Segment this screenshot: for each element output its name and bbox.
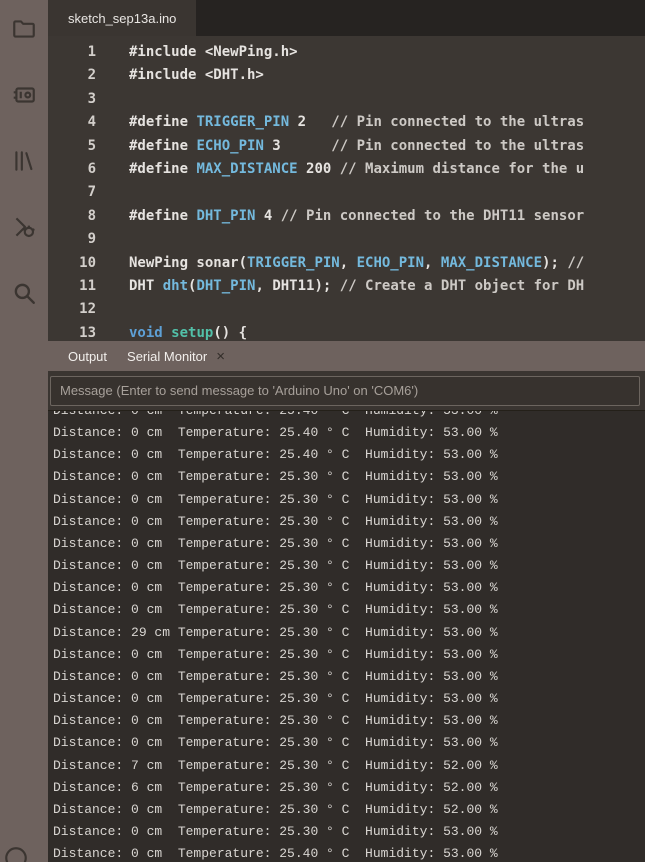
- serial-line: Distance: 0 cm Temperature: 25.40 ° C Hu…: [53, 447, 498, 463]
- editor-tabstrip: sketch_sep13a.ino: [48, 0, 645, 36]
- serial-line: Distance: 0 cm Temperature: 25.40 ° C Hu…: [53, 425, 498, 441]
- serial-line: Distance: 0 cm Temperature: 25.30 ° C Hu…: [53, 535, 498, 551]
- code-text: #define ECHO_PIN 3 // Pin connected to t…: [129, 137, 585, 154]
- account-icon[interactable]: [3, 845, 29, 862]
- serial-line: Distance: 0 cm Temperature: 25.30 ° C Hu…: [53, 735, 498, 751]
- tab-serial-monitor-label: Serial Monitor: [127, 348, 208, 364]
- code-line[interactable]: 4 #define TRIGGER_PIN 2 // Pin connected …: [48, 111, 645, 134]
- main-area: sketch_sep13a.ino 1 #include <NewPing.h> 2…: [48, 0, 645, 862]
- serial-line: Distance: 29 cm Temperature: 25.30 ° C H…: [53, 624, 498, 640]
- code-line[interactable]: 8 #define DHT_PIN 4 // Pin connected to t…: [48, 205, 645, 228]
- serial-message-input[interactable]: [50, 375, 640, 406]
- search-icon[interactable]: [11, 280, 37, 306]
- serial-line: Distance: 0 cm Temperature: 25.30 ° C Hu…: [53, 558, 498, 574]
- serial-line: Distance: 0 cm Temperature: 25.30 ° C Hu…: [53, 469, 498, 485]
- code-line[interactable]: 13 void setup() {: [48, 322, 645, 341]
- code-line[interactable]: 6 #define MAX_DISTANCE 200 // Maximum dis…: [48, 158, 645, 181]
- tab-output-label: Output: [68, 348, 108, 364]
- code-line[interactable]: 3: [48, 88, 645, 111]
- serial-line: Distance: 0 cm Temperature: 25.30 ° C Hu…: [53, 691, 498, 707]
- code-line[interactable]: 2 #include <DHT.h>: [48, 64, 645, 87]
- line-number: 8: [87, 207, 96, 224]
- serial-line: Distance: 0 cm Temperature: 25.40 ° C Hu…: [53, 411, 645, 422]
- code-text: void setup() {: [129, 324, 248, 341]
- serial-line: Distance: 7 cm Temperature: 25.30 ° C Hu…: [53, 757, 498, 773]
- code-line[interactable]: 5 #define ECHO_PIN 3 // Pin connected to …: [48, 135, 645, 158]
- code-line[interactable]: 1 #include <NewPing.h>: [48, 41, 645, 64]
- code-line[interactable]: 7: [48, 181, 645, 204]
- line-number: 11: [79, 277, 96, 294]
- sketchbook-folder-icon[interactable]: [11, 16, 37, 42]
- tab-sketch-file[interactable]: sketch_sep13a.ino: [48, 0, 197, 36]
- code-text: #define DHT_PIN 4 // Pin connected to th…: [129, 207, 585, 224]
- serial-line: Distance: 0 cm Temperature: 25.30 ° C Hu…: [53, 668, 498, 684]
- serial-line: Distance: 0 cm Temperature: 25.30 ° C Hu…: [53, 646, 498, 662]
- code-text: #include <NewPing.h>: [129, 44, 298, 60]
- code-line[interactable]: 12: [48, 298, 645, 321]
- debug-icon[interactable]: [11, 214, 37, 240]
- tab-serial-monitor[interactable]: Serial Monitor ×: [117, 341, 235, 371]
- close-icon[interactable]: ×: [216, 349, 225, 364]
- code-text: #include <DHT.h>: [129, 67, 264, 84]
- code-text: NewPing sonar(TRIGGER_PIN, ECHO_PIN, MAX…: [129, 254, 585, 271]
- line-number: 9: [87, 231, 96, 248]
- activity-sidebar: [0, 0, 48, 862]
- line-number: 5: [87, 137, 96, 154]
- serial-line: Distance: 0 cm Temperature: 25.30 ° C Hu…: [53, 713, 498, 729]
- code-line[interactable]: 9: [48, 228, 645, 251]
- line-number: 12: [79, 301, 96, 318]
- code-line[interactable]: 10 NewPing sonar(TRIGGER_PIN, ECHO_PIN, M…: [48, 252, 645, 275]
- bottom-panel-tabs: Output Serial Monitor ×: [48, 341, 645, 371]
- serial-line: Distance: 0 cm Temperature: 25.40 ° C Hu…: [53, 846, 498, 862]
- tab-output[interactable]: Output: [58, 341, 117, 371]
- serial-line: Distance: 0 cm Temperature: 25.30 ° C Hu…: [53, 602, 498, 618]
- serial-line: Distance: 0 cm Temperature: 25.30 ° C Hu…: [53, 491, 498, 507]
- code-line[interactable]: 11 DHT dht(DHT_PIN, DHT11); // Create a D…: [48, 275, 645, 298]
- code-text: #define MAX_DISTANCE 200 // Maximum dist…: [129, 160, 585, 177]
- code-area: 1 #include <NewPing.h> 2 #include <DHT.h> 3 4…: [48, 41, 645, 341]
- arduino-ide-window: sketch_sep13a.ino 1 #include <NewPing.h> 2…: [0, 0, 645, 862]
- line-number: 3: [87, 90, 96, 107]
- code-text: DHT dht(DHT_PIN, DHT11); // Create a DHT…: [129, 277, 585, 294]
- serial-line: Distance: 0 cm Temperature: 25.30 ° C Hu…: [53, 513, 498, 529]
- line-number: 2: [87, 67, 96, 84]
- serial-output[interactable]: Distance: 0 cm Temperature: 25.40 ° C Hu…: [48, 411, 645, 862]
- line-number: 6: [87, 160, 96, 177]
- code-text: #define TRIGGER_PIN 2 // Pin connected t…: [129, 114, 585, 131]
- serial-line: Distance: 0 cm Temperature: 25.30 ° C Hu…: [53, 801, 498, 817]
- line-number: 13: [79, 324, 96, 341]
- line-number: 1: [87, 44, 96, 60]
- line-number: 10: [79, 254, 96, 271]
- serial-message-row: [48, 371, 645, 411]
- serial-line: Distance: 6 cm Temperature: 25.30 ° C Hu…: [53, 779, 498, 795]
- line-number: 4: [87, 114, 96, 131]
- library-manager-icon[interactable]: [11, 148, 37, 174]
- boards-manager-icon[interactable]: [11, 82, 37, 108]
- line-number: 7: [87, 184, 96, 201]
- serial-line: Distance: 0 cm Temperature: 25.30 ° C Hu…: [53, 580, 498, 596]
- code-editor[interactable]: 1 #include <NewPing.h> 2 #include <DHT.h> 3 4…: [48, 36, 645, 341]
- serial-line: Distance: 0 cm Temperature: 25.30 ° C Hu…: [53, 823, 498, 839]
